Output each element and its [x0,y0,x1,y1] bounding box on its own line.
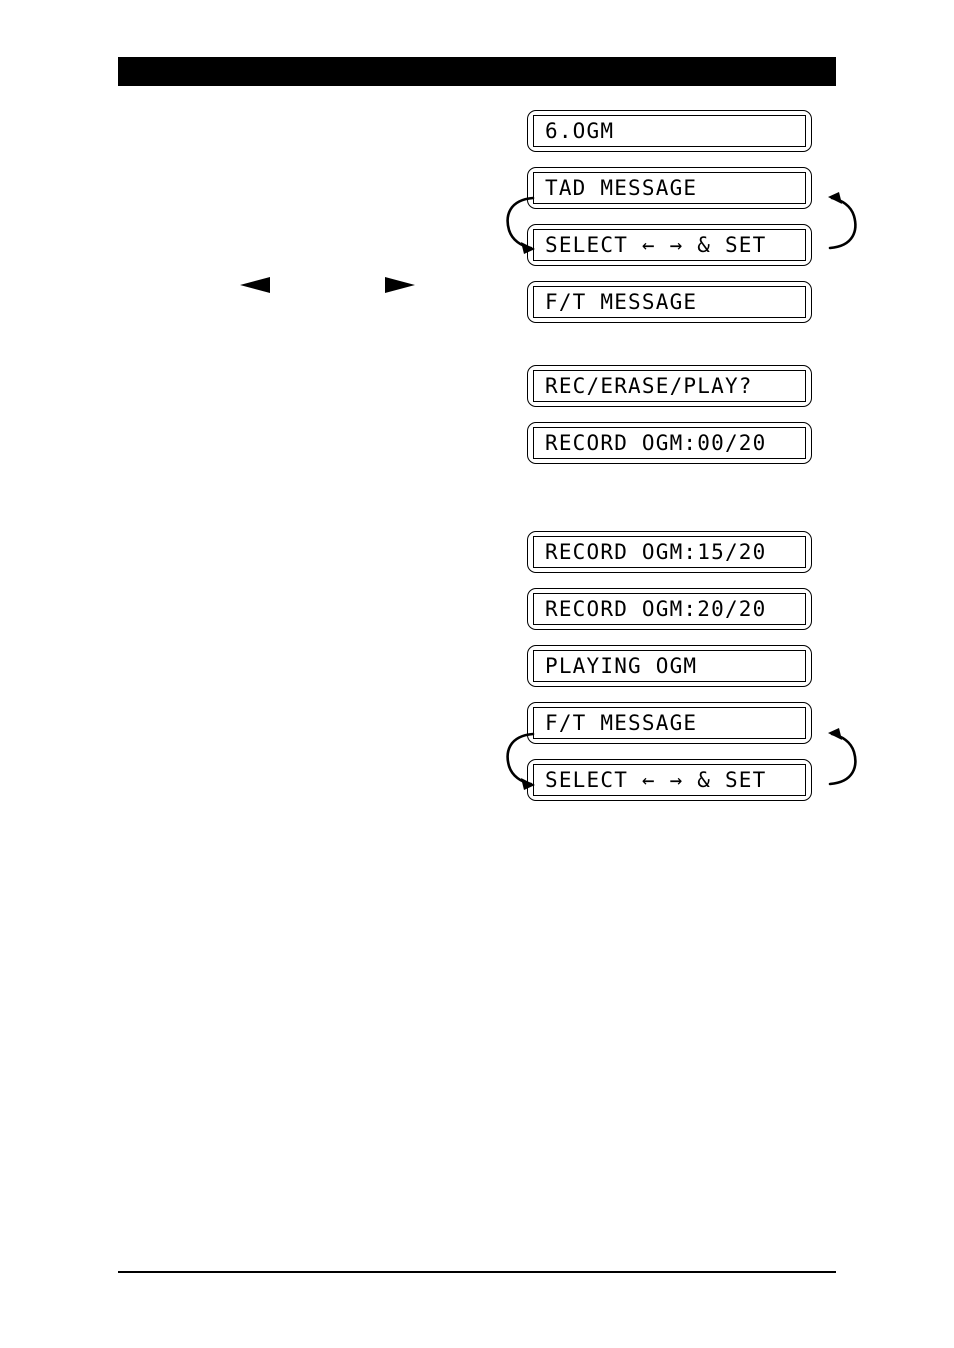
curved-arrow-down-left-icon [499,192,547,258]
lcd-text: SELECT ← → & SET [545,232,767,257]
lcd-text: 6.OGM [545,118,615,143]
lcd-text: RECORD OGM:20/20 [545,596,767,621]
lcd-screen: PLAYING OGM [527,645,812,687]
lcd-inner-frame: F/T MESSAGE [533,707,806,739]
lcd-screen: SELECT ← → & SET [527,759,812,801]
page-header-bar [118,57,836,86]
lcd-text: TAD MESSAGE [545,175,698,200]
document-page: 6.OGM TAD MESSAGE SELECT ← → & SET F/T M… [0,0,954,1348]
lcd-inner-frame: SELECT ← → & SET [533,764,806,796]
lcd-text: SELECT ← → & SET [545,767,767,792]
lcd-inner-frame: RECORD OGM:20/20 [533,593,806,625]
lcd-inner-frame: PLAYING OGM [533,650,806,682]
lcd-inner-frame: F/T MESSAGE [533,286,806,318]
lcd-text: REC/ERASE/PLAY? [545,373,753,398]
lcd-screen: RECORD OGM:00/20 [527,422,812,464]
lcd-text: RECORD OGM:00/20 [545,430,767,455]
lcd-screen: TAD MESSAGE [527,167,812,209]
lcd-screen: RECORD OGM:20/20 [527,588,812,630]
lcd-screen: SELECT ← → & SET [527,224,812,266]
lcd-inner-frame: RECORD OGM:00/20 [533,427,806,459]
lcd-screen: F/T MESSAGE [527,281,812,323]
lcd-screen: RECORD OGM:15/20 [527,531,812,573]
lcd-text: F/T MESSAGE [545,710,698,735]
left-arrow-cursor-icon [240,277,270,293]
lcd-inner-frame: RECORD OGM:15/20 [533,536,806,568]
lcd-screen: REC/ERASE/PLAY? [527,365,812,407]
curved-arrow-up-right-icon [816,728,864,794]
lcd-inner-frame: REC/ERASE/PLAY? [533,370,806,402]
lcd-screen: 6.OGM [527,110,812,152]
lcd-inner-frame: SELECT ← → & SET [533,229,806,261]
curved-arrow-up-right-icon [816,192,864,258]
right-arrow-cursor-icon [385,277,415,293]
lcd-inner-frame: 6.OGM [533,115,806,147]
lcd-inner-frame: TAD MESSAGE [533,172,806,204]
footer-divider [118,1271,836,1273]
lcd-text: F/T MESSAGE [545,289,698,314]
curved-arrow-down-left-icon [499,728,547,794]
lcd-text: RECORD OGM:15/20 [545,539,767,564]
lcd-screen: F/T MESSAGE [527,702,812,744]
lcd-text: PLAYING OGM [545,653,698,678]
